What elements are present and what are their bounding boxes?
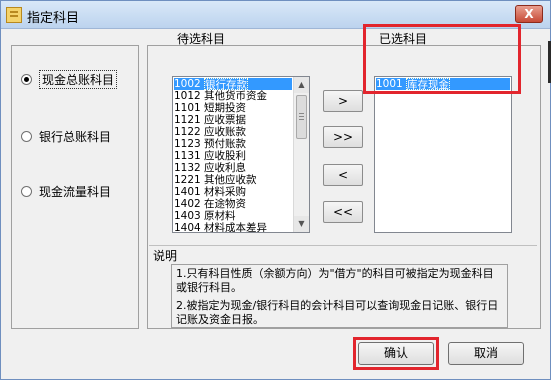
account-type-panel: 现金总账科目 银行总账科目 现金流量科目 (11, 45, 139, 329)
radio-button[interactable] (21, 130, 32, 142)
radio-cash-ledger[interactable]: 现金总账科目 (21, 69, 118, 89)
dialog-window: 指定科目 X 现金总账科目 银行总账科目 现金流量科目 待选科目 1002银行存… (0, 0, 551, 380)
app-icon (6, 7, 22, 23)
notes-area: 说明 1.只有科目性质（余额方向）为"借方"的科目可被指定为现金科目或银行科目。… (147, 45, 541, 329)
notes-box: 1.只有科目性质（余额方向）为"借方"的科目可被指定为现金科目或银行科目。 2.… (171, 264, 508, 328)
cancel-button[interactable]: 取消 (448, 342, 524, 365)
radio-label[interactable]: 现金总账科目 (39, 69, 118, 89)
close-button[interactable]: X (515, 5, 543, 23)
radio-bank-ledger[interactable]: 银行总账科目 (21, 127, 111, 145)
window-title: 指定科目 (27, 11, 80, 26)
notes-legend: 说明 (151, 247, 180, 264)
ok-button-highlight (353, 337, 439, 370)
radio-cash-flow[interactable]: 现金流量科目 (21, 182, 111, 200)
note-line-2: 2.被指定为现金/银行科目的会计科目可以查询现金日记账、银行日记账及资金日报。 (176, 299, 499, 326)
radio-label[interactable]: 银行总账科目 (39, 128, 111, 145)
note-line-1: 1.只有科目性质（余额方向）为"借方"的科目可被指定为现金科目或银行科目。 (176, 267, 494, 294)
radio-button[interactable] (21, 73, 32, 85)
radio-button[interactable] (21, 185, 32, 197)
radio-label[interactable]: 现金流量科目 (39, 183, 111, 200)
